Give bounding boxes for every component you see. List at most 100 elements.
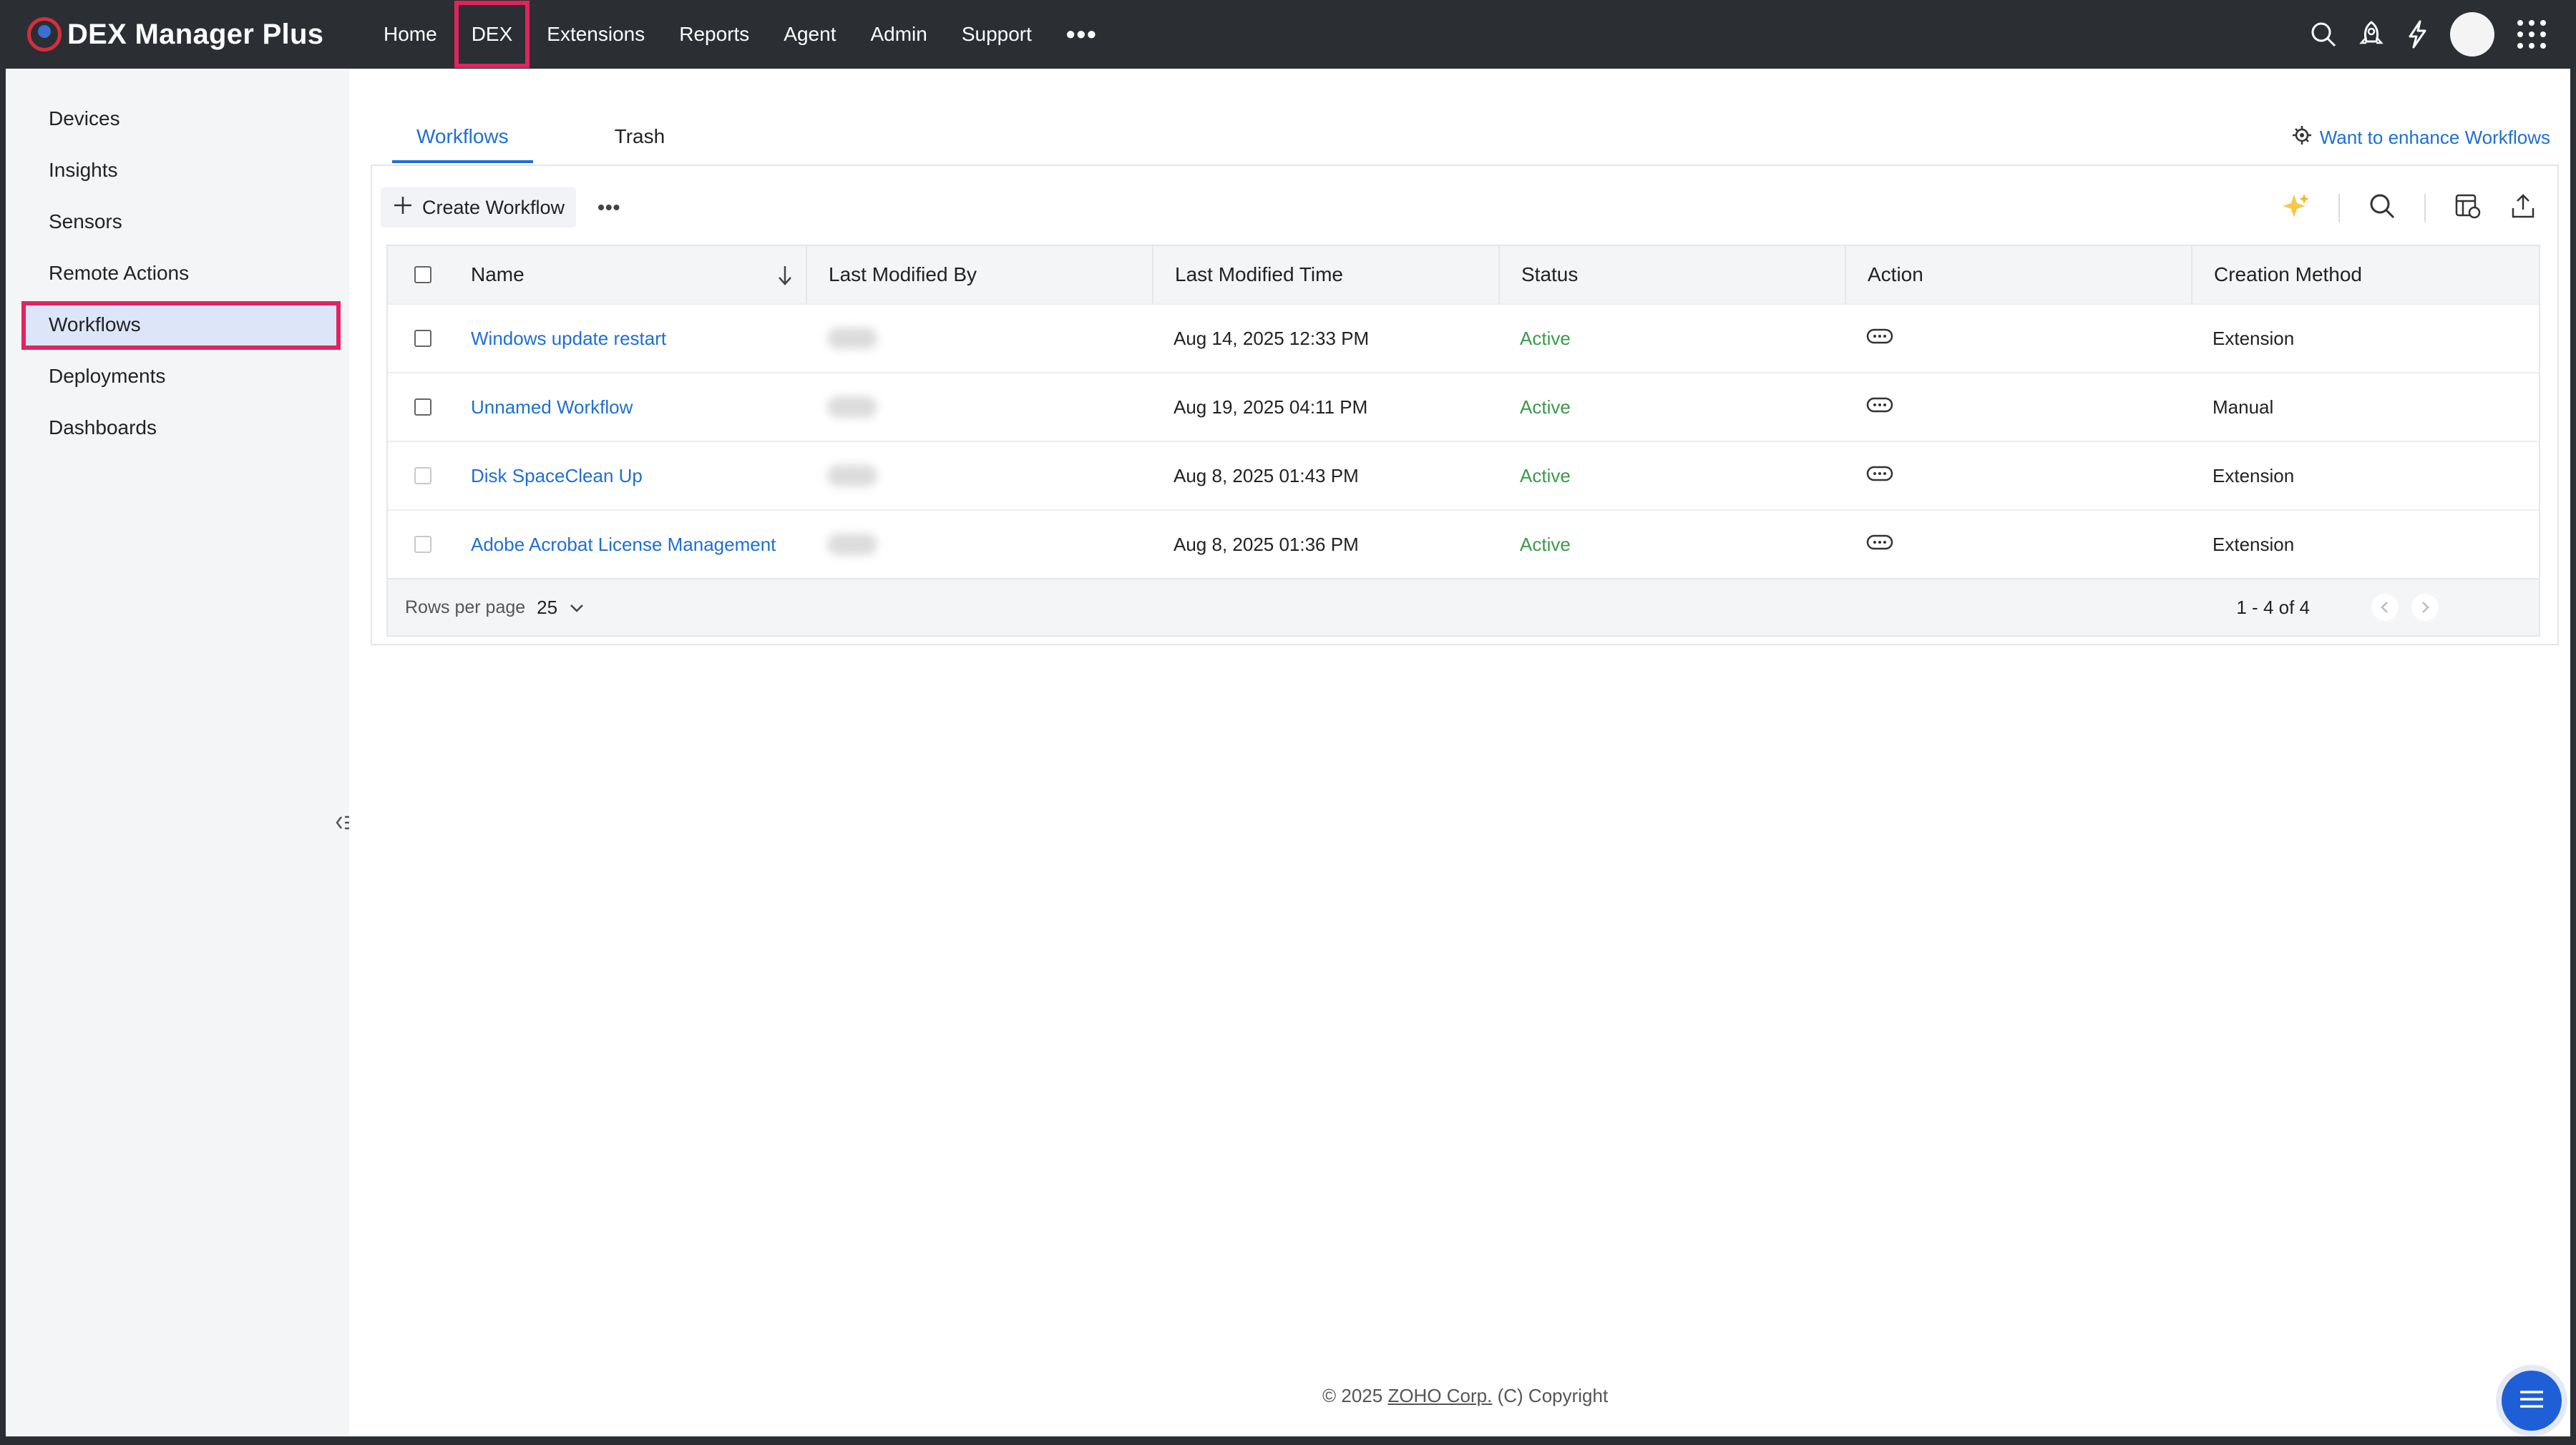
column-header-name[interactable]: Name: [458, 246, 806, 303]
row-check-cell: [388, 305, 458, 372]
last-modified-by-cell: [806, 442, 1152, 509]
sidebar-item-devices[interactable]: Devices: [49, 107, 120, 130]
top-bar: DEX Manager Plus Home DEX Extensions Rep…: [0, 0, 2576, 69]
status-cell: Active: [1498, 511, 1845, 578]
pager: [2371, 594, 2439, 621]
column-header-status[interactable]: Status: [1498, 246, 1845, 303]
action-menu-icon[interactable]: [1866, 534, 1893, 556]
export-icon[interactable]: [2510, 192, 2536, 223]
chat-fab-button[interactable]: [2502, 1371, 2562, 1431]
toolbar-divider: [2424, 194, 2426, 222]
action-menu-icon[interactable]: [1866, 396, 1893, 418]
rows-per-page-label: Rows per page: [405, 597, 525, 618]
row-checkbox[interactable]: [414, 536, 431, 553]
search-icon[interactable]: [2310, 21, 2337, 48]
table-row[interactable]: Unnamed Workflow Aug 19, 2025 04:11 PM A…: [388, 372, 2539, 441]
column-header-last-modified-time[interactable]: Last Modified Time: [1152, 246, 1498, 303]
enhance-workflows-label: Want to enhance Workflows: [2320, 127, 2550, 149]
workflow-name-link[interactable]: Unnamed Workflow: [458, 373, 806, 441]
workflow-name-link[interactable]: Disk SpaceClean Up: [458, 442, 806, 509]
table-row[interactable]: Windows update restart Aug 14, 2025 12:3…: [388, 303, 2539, 372]
workflow-name-link[interactable]: Adobe Acrobat License Management: [458, 511, 806, 578]
tab-workflows[interactable]: Workflows: [392, 119, 533, 163]
brand-icon: [27, 17, 62, 52]
table-header: Name Last Modified By Last Modified Time…: [388, 246, 2539, 303]
sidebar-item-deployments[interactable]: Deployments: [49, 365, 165, 388]
top-nav: Home DEX Extensions Reports Agent Admin …: [366, 0, 1115, 69]
nav-agent[interactable]: Agent: [766, 0, 853, 69]
sparkle-icon[interactable]: [2281, 192, 2310, 224]
column-header-creation-method[interactable]: Creation Method: [2191, 246, 2539, 303]
creation-method-cell: Manual: [2191, 373, 2539, 441]
creation-method-cell: Extension: [2191, 442, 2539, 509]
sidebar-item-insights[interactable]: Insights: [49, 159, 118, 182]
action-menu-icon[interactable]: [1866, 328, 1893, 350]
row-check-cell: [388, 442, 458, 509]
status-cell: Active: [1498, 305, 1845, 372]
action-menu-icon[interactable]: [1866, 465, 1893, 487]
apps-grid-icon[interactable]: [2516, 19, 2547, 50]
create-workflow-label: Create Workflow: [422, 197, 565, 219]
create-workflow-button[interactable]: Create Workflow: [381, 187, 576, 227]
column-settings-icon[interactable]: [2454, 192, 2482, 223]
row-checkbox[interactable]: [414, 467, 431, 484]
select-all-checkbox[interactable]: [414, 266, 431, 283]
last-modified-time-cell: Aug 14, 2025 12:33 PM: [1152, 305, 1498, 372]
creation-method-cell: Extension: [2191, 511, 2539, 578]
sort-down-icon[interactable]: [776, 265, 794, 291]
brand-logo[interactable]: DEX Manager Plus: [27, 14, 323, 54]
column-header-action[interactable]: Action: [1845, 246, 2191, 303]
last-modified-time-cell: Aug 19, 2025 04:11 PM: [1152, 373, 1498, 441]
row-checkbox[interactable]: [414, 398, 431, 416]
sidebar-item-workflows[interactable]: Workflows: [49, 313, 141, 336]
workflow-name-link[interactable]: Windows update restart: [458, 305, 806, 372]
prev-page-button[interactable]: [2371, 594, 2399, 621]
tab-trash[interactable]: Trash: [590, 119, 690, 163]
nav-extensions[interactable]: Extensions: [530, 0, 662, 69]
rocket-icon[interactable]: [2358, 20, 2384, 49]
toolbar-divider: [2338, 194, 2340, 222]
main-content: Workflows Trash Want to enhance Workflow…: [349, 69, 2570, 1436]
sidebar-item-remote-actions[interactable]: Remote Actions: [49, 262, 189, 285]
nav-home[interactable]: Home: [366, 0, 454, 69]
action-cell: [1845, 373, 2191, 441]
column-name-label: Name: [471, 263, 525, 286]
chevron-down-icon[interactable]: [569, 597, 585, 618]
blurred-user: [827, 396, 877, 418]
workflows-table: Name Last Modified By Last Modified Time…: [386, 245, 2540, 637]
workflows-panel: Create Workflow •••: [371, 165, 2559, 645]
action-cell: [1845, 305, 2191, 372]
select-all-cell: [388, 246, 458, 303]
nav-admin[interactable]: Admin: [853, 0, 944, 69]
toolbar-more-button[interactable]: •••: [597, 196, 620, 219]
table-search-icon[interactable]: [2368, 192, 2396, 223]
bulb-gear-icon: [2291, 124, 2313, 151]
table-row[interactable]: Adobe Acrobat License Management Aug 8, …: [388, 509, 2539, 578]
action-cell: [1845, 442, 2191, 509]
enhance-workflows-link[interactable]: Want to enhance Workflows: [2291, 124, 2550, 151]
sidebar-item-sensors[interactable]: Sensors: [49, 210, 122, 233]
tab-bar: Workflows Trash: [392, 119, 689, 163]
column-header-last-modified-by[interactable]: Last Modified By: [806, 246, 1152, 303]
status-cell: Active: [1498, 373, 1845, 441]
table-row[interactable]: Disk SpaceClean Up Aug 8, 2025 01:43 PM …: [388, 441, 2539, 509]
blurred-user: [827, 534, 877, 555]
avatar[interactable]: [2450, 12, 2494, 57]
nav-more-button[interactable]: •••: [1049, 19, 1115, 49]
nav-support[interactable]: Support: [945, 0, 1049, 69]
last-modified-by-cell: [806, 373, 1152, 441]
table-toolbar: Create Workflow •••: [381, 187, 620, 227]
plus-icon: [392, 195, 414, 221]
sidebar-item-dashboards[interactable]: Dashboards: [49, 416, 157, 439]
blurred-user: [827, 465, 877, 486]
rows-per-page-select[interactable]: 25: [537, 597, 557, 619]
next-page-button[interactable]: [2411, 594, 2439, 621]
footer-zoho-link[interactable]: ZOHO Corp.: [1387, 1385, 1492, 1406]
nav-dex[interactable]: DEX: [454, 1, 530, 68]
bolt-icon[interactable]: [2406, 20, 2429, 49]
nav-reports[interactable]: Reports: [662, 0, 766, 69]
table-tools: [2281, 192, 2536, 224]
blurred-user: [827, 328, 877, 349]
last-modified-by-cell: [806, 511, 1152, 578]
row-checkbox[interactable]: [414, 330, 431, 347]
